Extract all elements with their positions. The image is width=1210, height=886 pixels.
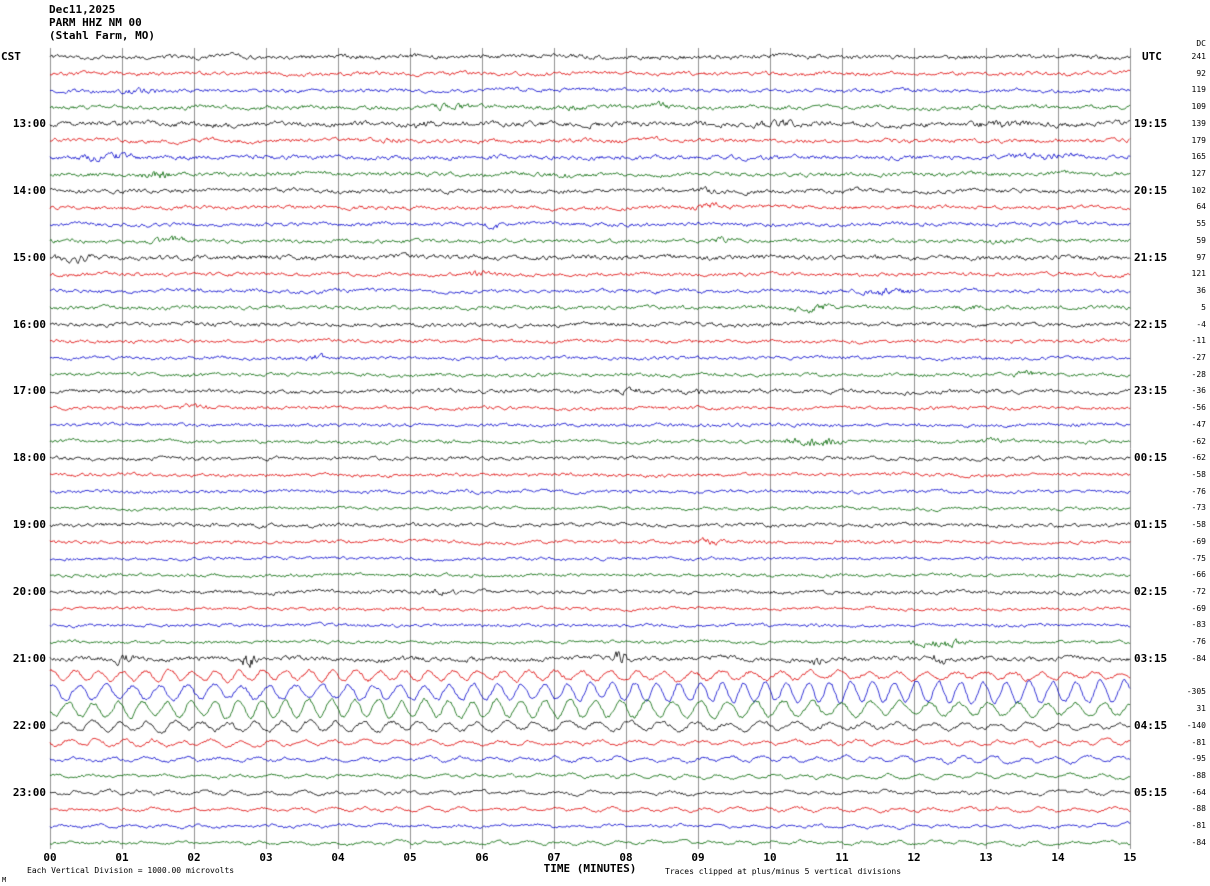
dc-offset-value: -28 [1161,370,1206,379]
footer-clip-note: Traces clipped at plus/minus 5 vertical … [665,867,901,876]
dc-offset-value: -81 [1161,738,1206,747]
cst-hour-label: 14:00 [0,184,46,197]
dc-offset-value: 31 [1161,704,1206,713]
dc-offset-value: 165 [1161,152,1206,161]
dc-offset-value: 102 [1161,186,1206,195]
minute-tick-label: 00 [40,851,60,864]
dc-offset-value: -83 [1161,620,1206,629]
minute-tick-label: 02 [184,851,204,864]
header: Dec11,2025 PARM HHZ NM 00 (Stahl Farm, M… [49,3,155,42]
minute-tick-label: 03 [256,851,276,864]
header-location: (Stahl Farm, MO) [49,29,155,42]
dc-offset-value: -58 [1161,520,1206,529]
cst-hour-label: 21:00 [0,652,46,665]
cst-hour-label: 17:00 [0,384,46,397]
dc-offset-value: -73 [1161,503,1206,512]
footer-scale-note: Each Vertical Division = 1000.00 microvo… [27,866,234,875]
dc-offset-value: -47 [1161,420,1206,429]
dc-offset-value: -76 [1161,637,1206,646]
dc-offset-value: 92 [1161,69,1206,78]
dc-offset-value: 36 [1161,286,1206,295]
dc-offset-value: -66 [1161,570,1206,579]
dc-offset-value: -72 [1161,587,1206,596]
minute-tick-label: 12 [904,851,924,864]
cst-hour-label: 23:00 [0,786,46,799]
minute-tick-label: 14 [1048,851,1068,864]
dc-offset-value: -56 [1161,403,1206,412]
helicorder-page: Dec11,2025 PARM HHZ NM 00 (Stahl Farm, M… [0,0,1210,886]
dc-offset-value: 64 [1161,202,1206,211]
right-timezone-label: UTC [1142,50,1162,63]
minute-tick-label: 07 [544,851,564,864]
dc-offset-value: -69 [1161,537,1206,546]
dc-offset-value: -81 [1161,821,1206,830]
dc-offset-value: -75 [1161,554,1206,563]
minute-tick-label: 09 [688,851,708,864]
cst-hour-label: 22:00 [0,719,46,732]
minute-tick-label: 15 [1120,851,1140,864]
cst-hour-label: 20:00 [0,585,46,598]
dc-offset-value: 97 [1161,253,1206,262]
dc-offset-value: 109 [1161,102,1206,111]
cst-hour-label: 18:00 [0,451,46,464]
cst-hour-label: 19:00 [0,518,46,531]
dc-offset-value: 121 [1161,269,1206,278]
dc-offset-value: -84 [1161,838,1206,847]
dc-offset-value: -88 [1161,771,1206,780]
minute-tick-label: 05 [400,851,420,864]
dc-offset-value: -62 [1161,453,1206,462]
minute-tick-label: 11 [832,851,852,864]
dc-offset-value: -11 [1161,336,1206,345]
dc-offset-value: -84 [1161,654,1206,663]
dc-offset-value: 55 [1161,219,1206,228]
minute-tick-label: 04 [328,851,348,864]
dc-column-header: DC [1161,39,1206,48]
dc-offset-value: -88 [1161,804,1206,813]
dc-offset-value: -140 [1161,721,1206,730]
dc-offset-value: -27 [1161,353,1206,362]
minute-tick-label: 13 [976,851,996,864]
minute-tick-label: 10 [760,851,780,864]
minute-tick-label: 06 [472,851,492,864]
dc-offset-value: -76 [1161,487,1206,496]
header-station: PARM HHZ NM 00 [49,16,155,29]
dc-offset-value: 119 [1161,85,1206,94]
minute-tick-label: 01 [112,851,132,864]
helicorder-plot [0,0,1210,886]
dc-offset-value: -95 [1161,754,1206,763]
dc-offset-value: 241 [1161,52,1206,61]
cst-hour-label: 15:00 [0,251,46,264]
dc-offset-value: 127 [1161,169,1206,178]
dc-offset-value: -62 [1161,437,1206,446]
left-timezone-label: CST [1,50,21,63]
cst-hour-label: 13:00 [0,117,46,130]
corner-mark: M [2,876,6,884]
header-date: Dec11,2025 [49,3,155,16]
cst-hour-label: 16:00 [0,318,46,331]
dc-offset-value: -305 [1161,687,1206,696]
dc-offset-value: -4 [1161,320,1206,329]
dc-offset-value: -69 [1161,604,1206,613]
dc-offset-value: -64 [1161,788,1206,797]
dc-offset-value: -58 [1161,470,1206,479]
dc-offset-value: 59 [1161,236,1206,245]
dc-offset-value: -36 [1161,386,1206,395]
dc-offset-value: 5 [1161,303,1206,312]
dc-offset-value: 179 [1161,136,1206,145]
dc-offset-value: 139 [1161,119,1206,128]
minute-tick-label: 08 [616,851,636,864]
